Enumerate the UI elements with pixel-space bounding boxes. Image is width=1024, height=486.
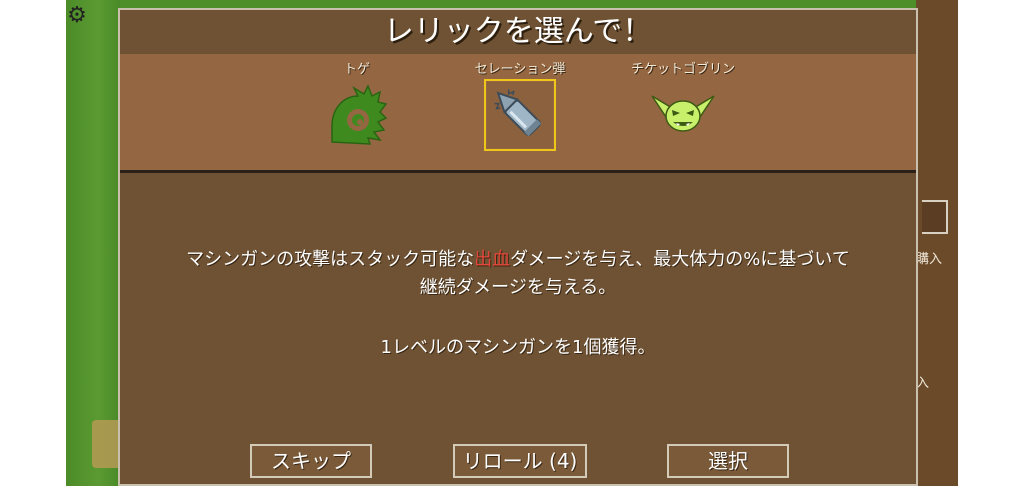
stall-sign (922, 200, 948, 234)
grass-field (66, 0, 120, 486)
stall-text-purchase: 購入 (916, 252, 943, 267)
skip-button[interactable]: スキップ (250, 444, 372, 478)
bleed-keyword: 出血 (474, 249, 511, 270)
relic-description: マシンガンの攻撃はスタック可能な出血ダメージを与え、最大体力の%に基づいて 継続… (120, 246, 916, 302)
reroll-button[interactable]: リロール (4) (453, 444, 587, 478)
serrated-bullet-icon (484, 79, 556, 151)
goblin-icon (650, 82, 716, 148)
relic-option-thorn[interactable]: トゲ (302, 54, 412, 164)
select-button[interactable]: 選択 (667, 444, 789, 478)
game-screen: 購入 入 ⚙ レリックを選んで！ トゲ セレーション弾 チケットゴブリン マシン… (0, 0, 1024, 486)
relic-name: チケットゴブリン (630, 62, 735, 77)
shop-stall: 購入 入 (916, 0, 958, 486)
thorn-icon (324, 82, 390, 148)
relic-bonus-text: 1レベルのマシンガンを1個獲得。 (380, 337, 656, 358)
description-text: ダメージを与え、最大体力の%に基づいて (510, 249, 850, 270)
relic-options-row: トゲ セレーション弾 チケットゴブリン (120, 54, 916, 173)
relic-select-dialog: レリックを選んで！ トゲ セレーション弾 チケットゴブリン マシンガンの攻撃はス… (118, 8, 918, 486)
relic-option-ticket-goblin[interactable]: チケットゴブリン (628, 54, 738, 164)
dialog-title: レリックを選んで！ (383, 14, 653, 49)
description-line-2: 継続ダメージを与える。 (419, 277, 617, 298)
relic-name: セレーション弾 (474, 62, 566, 77)
settings-gear-icon[interactable]: ⚙ (66, 5, 88, 27)
relic-option-serrated-bullet[interactable]: セレーション弾 (465, 54, 575, 164)
relic-name: トゲ (343, 62, 370, 77)
description-text: マシンガンの攻撃はスタック可能な (186, 249, 475, 270)
